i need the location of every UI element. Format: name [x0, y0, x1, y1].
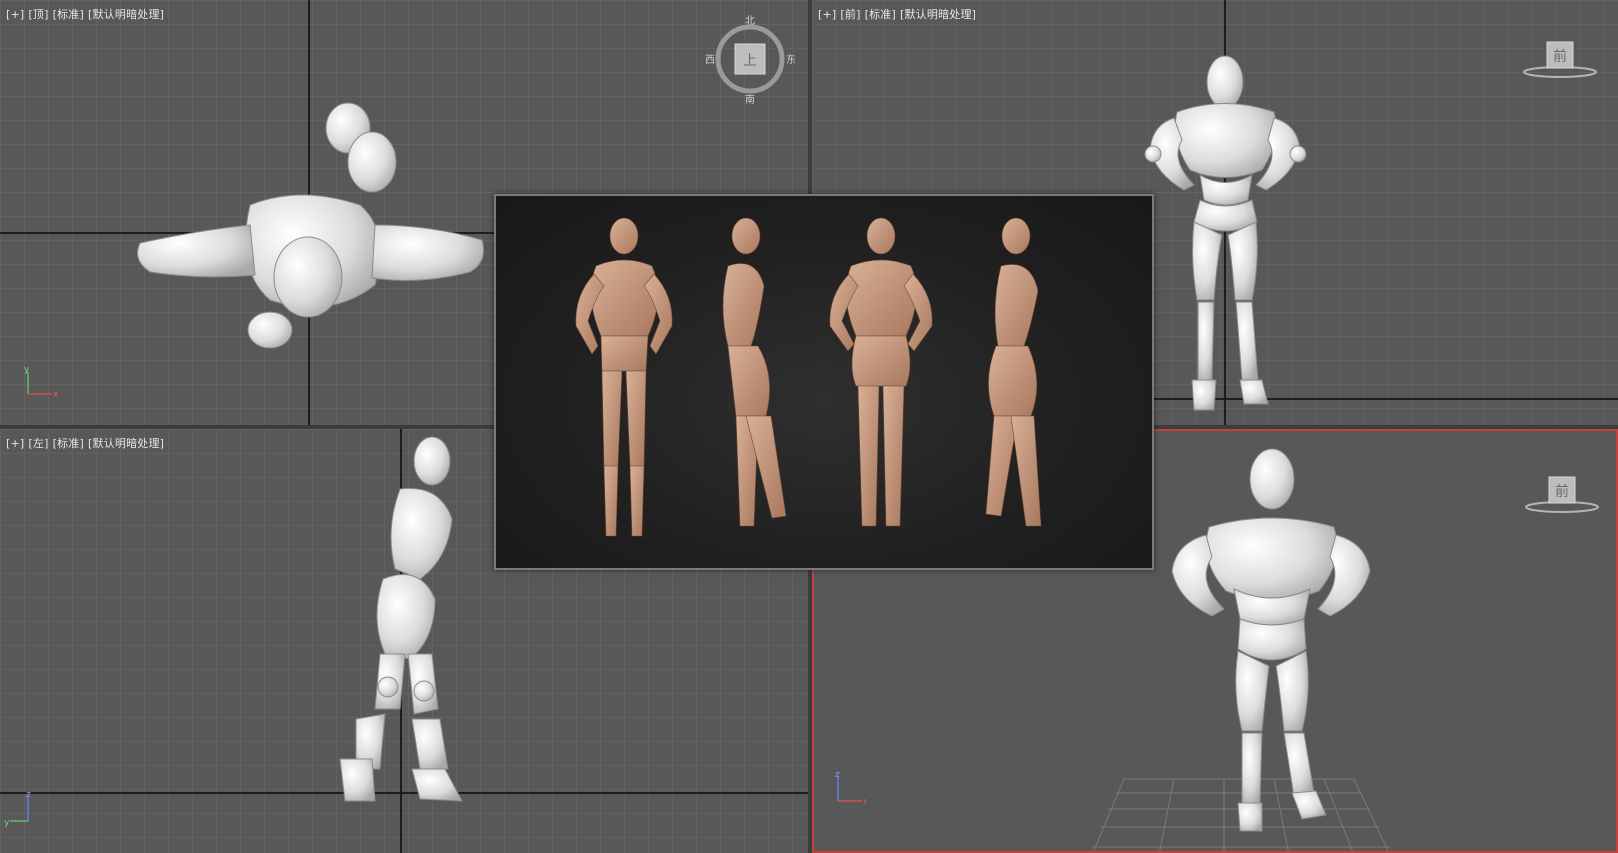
- svg-text:z: z: [26, 791, 31, 800]
- svg-text:x: x: [53, 390, 58, 400]
- axis-gizmo: z y: [4, 791, 31, 828]
- axis-gizmo: y x: [24, 365, 58, 400]
- svg-text:y: y: [4, 818, 10, 828]
- svg-text:y: y: [24, 365, 30, 375]
- reference-image: [494, 194, 1154, 570]
- svg-text:z: z: [835, 771, 840, 780]
- reference-figures: [575, 217, 1042, 537]
- axis-gizmo: z x: [835, 771, 866, 807]
- svg-text:x: x: [863, 797, 866, 807]
